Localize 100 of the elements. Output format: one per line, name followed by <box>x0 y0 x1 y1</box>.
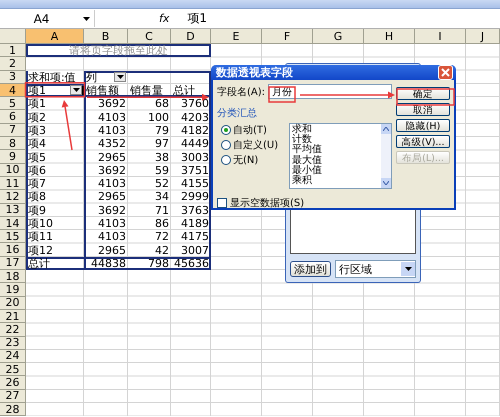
scrollbar[interactable] <box>381 124 391 188</box>
table-cell-text: 86 <box>154 216 170 230</box>
dropdown-button[interactable] <box>70 84 82 95</box>
column-header[interactable]: H <box>364 29 415 44</box>
radio-button[interactable] <box>221 140 231 150</box>
row-header[interactable]: 3 <box>0 70 26 84</box>
row-header[interactable]: 20 <box>0 296 26 310</box>
table-cell-text: 52 <box>154 176 170 190</box>
function-list[interactable]: 求和 计数 平均值 最大值 最小值 乘积 <box>289 123 392 189</box>
table-cell-text: 100 <box>147 110 170 124</box>
table-cell: 3760 <box>171 97 211 110</box>
row-header[interactable]: 28 <box>0 403 26 416</box>
table-cell: 4103 <box>84 176 128 190</box>
add-to-button[interactable]: 添加到 <box>290 261 331 277</box>
row-header[interactable]: 24 <box>0 350 26 364</box>
table-cell: 4203 <box>171 110 211 124</box>
dialog-button[interactable]: 隐藏(H) <box>396 119 450 132</box>
table-cell: 2999 <box>171 190 211 204</box>
row-header[interactable]: 7 <box>0 124 26 138</box>
dialog-button[interactable]: 取消 <box>396 103 450 116</box>
close-button[interactable] <box>438 65 453 80</box>
chevron-down-icon <box>404 267 412 271</box>
row-header[interactable]: 22 <box>0 323 26 337</box>
radio-button[interactable] <box>221 155 231 165</box>
column-header-cell: 销售量 <box>128 84 171 98</box>
list-item[interactable]: 计数 <box>292 135 381 146</box>
row-header[interactable]: 16 <box>0 243 26 257</box>
total-cell: 798 <box>128 256 171 270</box>
table-cell: 4103 <box>84 110 128 124</box>
total-cell: 45636 <box>171 256 211 270</box>
column-header[interactable]: J <box>466 29 500 44</box>
table-cell: 4189 <box>171 216 211 230</box>
column-header[interactable]: C <box>128 29 171 44</box>
row-header[interactable]: 8 <box>0 137 26 150</box>
table-cell: 4103 <box>84 230 128 244</box>
row-header[interactable]: 2 <box>0 57 26 71</box>
radio-label: 自定义(U) <box>233 138 278 152</box>
table-cell: 4182 <box>171 124 211 138</box>
column-header[interactable]: F <box>262 29 313 44</box>
list-item[interactable]: 最大值 <box>292 156 381 166</box>
table-cell: 项5 <box>26 150 84 164</box>
dialog-button[interactable]: 高级(V)... <box>396 135 450 148</box>
radio-label: 自动(T) <box>233 124 267 137</box>
table-cell: 项6 <box>26 164 84 177</box>
field-name-label: 字段名(A): <box>217 86 266 98</box>
table-cell: 4449 <box>171 137 211 150</box>
column-header[interactable]: E <box>211 29 262 44</box>
list-item[interactable]: 乘积 <box>292 176 381 186</box>
row-header[interactable]: 10 <box>0 164 26 177</box>
table-cell-text: 59 <box>154 164 170 177</box>
column-header[interactable]: A <box>26 29 84 44</box>
table-cell: 项2 <box>26 110 84 124</box>
row-header[interactable]: 14 <box>0 216 26 230</box>
name-box[interactable]: A4 <box>0 10 95 27</box>
row-header[interactable]: 19 <box>0 283 26 297</box>
caret-icon <box>83 16 90 20</box>
formula-text: 项1 <box>187 10 208 27</box>
row-header[interactable]: 6 <box>0 110 26 124</box>
radio-button[interactable] <box>221 125 231 135</box>
row-header[interactable]: 17 <box>0 256 26 270</box>
table-cell-text: 72 <box>154 230 170 244</box>
area-select[interactable]: 行区域 <box>335 260 416 278</box>
dialog-button[interactable]: 确定 <box>396 87 450 100</box>
table-cell-text: 42 <box>154 243 170 257</box>
checkbox[interactable] <box>217 198 227 208</box>
list-item[interactable]: 平均值 <box>292 145 381 156</box>
row-header[interactable]: 18 <box>0 270 26 284</box>
row-header[interactable]: 21 <box>0 310 26 324</box>
column-header[interactable]: G <box>313 29 364 44</box>
row-header[interactable]: 13 <box>0 204 26 217</box>
radio-label: 无(N) <box>233 154 258 167</box>
table-cell-text: 68 <box>154 97 170 110</box>
dropdown-button[interactable] <box>114 72 126 82</box>
row-header[interactable]: 15 <box>0 230 26 244</box>
table-cell: 4352 <box>84 137 128 150</box>
row-header[interactable]: 11 <box>0 176 26 190</box>
caret-icon <box>116 74 124 79</box>
table-cell <box>171 70 211 84</box>
table-cell: 项3 <box>26 124 84 138</box>
field-name-input[interactable]: 月份 <box>268 84 392 99</box>
row-header[interactable]: 5 <box>0 97 26 110</box>
table-cell: 项4 <box>26 137 84 150</box>
table-cell: 2965 <box>84 190 128 204</box>
row-header[interactable]: 26 <box>0 376 26 390</box>
row-header[interactable]: 27 <box>0 390 26 404</box>
row-header[interactable]: 23 <box>0 336 26 350</box>
column-header[interactable]: D <box>171 29 211 44</box>
row-header[interactable]: 25 <box>0 363 26 376</box>
table-cell: 4155 <box>171 176 211 190</box>
column-header-cell: 销售额 <box>84 84 128 98</box>
row-header[interactable]: 9 <box>0 150 26 164</box>
table-cell: 项8 <box>26 190 84 204</box>
column-header[interactable]: I <box>415 29 466 44</box>
column-header[interactable]: B <box>84 29 128 44</box>
row-header[interactable]: 1 <box>0 44 26 58</box>
row-header[interactable]: 12 <box>0 190 26 204</box>
chevron-up-icon <box>383 127 389 131</box>
table-cell-text: 71 <box>154 204 170 217</box>
subtotal-label: 分类汇总 <box>217 106 257 120</box>
function-label[interactable]: fx <box>159 12 170 25</box>
